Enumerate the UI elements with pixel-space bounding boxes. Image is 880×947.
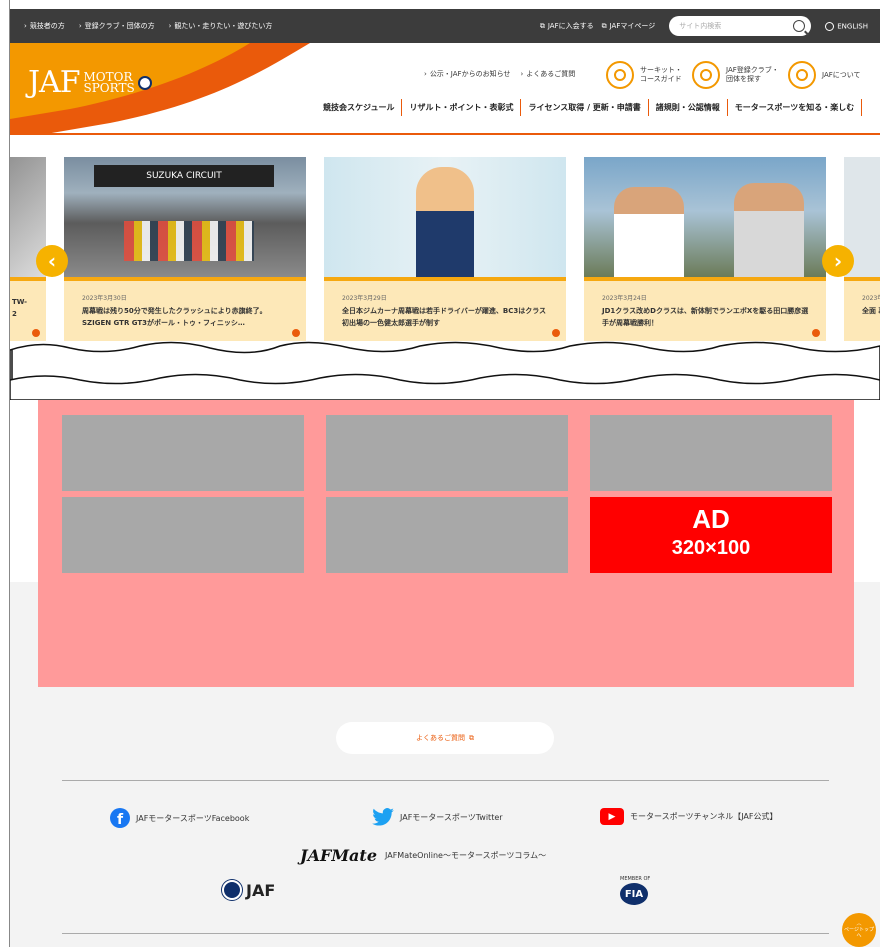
carousel-prev-button[interactable]: ‹: [36, 245, 68, 277]
car-icon: [788, 61, 816, 89]
search-placeholder: サイト内検索: [679, 22, 722, 30]
carousel-next-button[interactable]: ›: [822, 245, 854, 277]
ad-tile[interactable]: [62, 415, 304, 491]
utility-link-clubs[interactable]: 登録クラブ・団体の方: [79, 21, 155, 31]
group-icon: [692, 61, 720, 89]
jafmate-link[interactable]: JAFMate JAFMateOnline〜モータースポーツコラム〜: [300, 846, 546, 865]
faq-link[interactable]: よくあるご質問: [520, 69, 575, 79]
facebook-icon: f: [110, 808, 130, 828]
twitter-link[interactable]: JAFモータースポーツTwitter: [372, 808, 503, 826]
ad-tile[interactable]: [326, 497, 568, 573]
jaf-emblem-icon: [222, 880, 242, 900]
search-input[interactable]: サイト内検索: [669, 16, 812, 36]
ad-tile[interactable]: [62, 497, 304, 573]
notices-link[interactable]: 公示・JAFからのお知らせ: [424, 69, 511, 79]
jaf-motorsports-logo[interactable]: JAF MOTOR SPORTS: [28, 65, 152, 100]
ad-tile[interactable]: [326, 415, 568, 491]
news-slide[interactable]: 2023年3月24日 JD1クラス改めDクラスは、新体制でランエボXを駆る田口勝彦…: [584, 157, 826, 343]
footer-faq-button[interactable]: よくあるご質問 ⧉: [336, 722, 554, 754]
about-jaf-link[interactable]: JAFについて: [788, 61, 861, 89]
header-subnav: 公示・JAFからのお知らせ よくあるご質問: [424, 69, 575, 79]
jaf-seal-icon: [137, 75, 152, 90]
page-top-button[interactable]: ︿ ページトップへ: [842, 913, 876, 947]
join-jaf-link[interactable]: JAFに入会する: [540, 21, 594, 31]
jaf-mypage-link[interactable]: JAFマイページ: [602, 21, 656, 31]
nav-enjoy[interactable]: モータースポーツを知る・楽しむ: [726, 99, 863, 116]
english-link[interactable]: ENGLISH: [825, 21, 868, 31]
ad-banner[interactable]: AD 320×100: [590, 497, 832, 573]
fia-logo-link[interactable]: MEMBER OF FIA: [620, 876, 650, 905]
footer-divider: [62, 780, 829, 781]
external-link-icon: ⧉: [469, 733, 474, 742]
slide-photo-drivers: [584, 157, 826, 277]
circuit-guide-link[interactable]: サーキット・ コースガイド: [606, 61, 682, 89]
utility-link-competitors[interactable]: 競技者の方: [24, 21, 65, 31]
site-header: JAF MOTORSPORTS 公示・JAFからのお知らせ よくあるご質問 サー…: [10, 43, 880, 135]
slide-photo-driver: [324, 157, 566, 277]
nav-regulations[interactable]: 諸規則・公認情報: [647, 99, 727, 116]
nav-results[interactable]: リザルト・ポイント・表彰式: [401, 99, 520, 116]
ad-tile[interactable]: [590, 415, 832, 491]
globe-icon: [825, 21, 835, 31]
fia-emblem: FIA: [620, 883, 648, 905]
twitter-icon: [372, 808, 394, 826]
youtube-link[interactable]: ▶ モータースポーツチャンネル【JAF公式】: [600, 808, 778, 825]
youtube-icon: ▶: [600, 808, 624, 825]
utility-link-spectators[interactable]: 観たい・走りたい・遊びたい方: [169, 21, 272, 31]
news-slide[interactable]: SUZUKA CIRCUIT 2023年3月30日 周幕戦は残り50分で発生したク…: [64, 157, 306, 343]
search-icon[interactable]: [793, 20, 806, 32]
jafmate-logo: JAFMate: [300, 846, 377, 865]
news-slide[interactable]: 2023年3月29日 全日本ジムカーナ周幕戦は若手ドライバーが躍進、BC3はクラス…: [324, 157, 566, 343]
utility-bar: 競技者の方 登録クラブ・団体の方 観たい・走りたい・遊びたい方 JAFに入会する…: [10, 9, 880, 43]
slide-photo-race-start: SUZUKA CIRCUIT: [64, 157, 306, 277]
news-carousel: TW-2 SUZUKA CIRCUIT 2023年3月30日 周幕戦は残り50分で…: [10, 137, 880, 347]
nav-schedule[interactable]: 競技会スケジュール: [316, 99, 401, 116]
steering-icon: [606, 61, 634, 89]
facebook-link[interactable]: f JAFモータースポーツFacebook: [110, 808, 249, 828]
jaf-logo-link[interactable]: JAF: [222, 880, 275, 900]
torn-edge-divider: [10, 341, 880, 400]
club-search-link[interactable]: JAF登録クラブ・ 団体を探す: [692, 61, 779, 89]
nav-license[interactable]: ライセンス取得 / 更新・申請書: [520, 99, 647, 116]
footer-divider: [62, 933, 829, 934]
main-nav: 競技会スケジュール リザルト・ポイント・表彰式 ライセンス取得 / 更新・申請書…: [316, 99, 863, 116]
ad-placeholder-area: AD 320×100: [38, 400, 854, 687]
